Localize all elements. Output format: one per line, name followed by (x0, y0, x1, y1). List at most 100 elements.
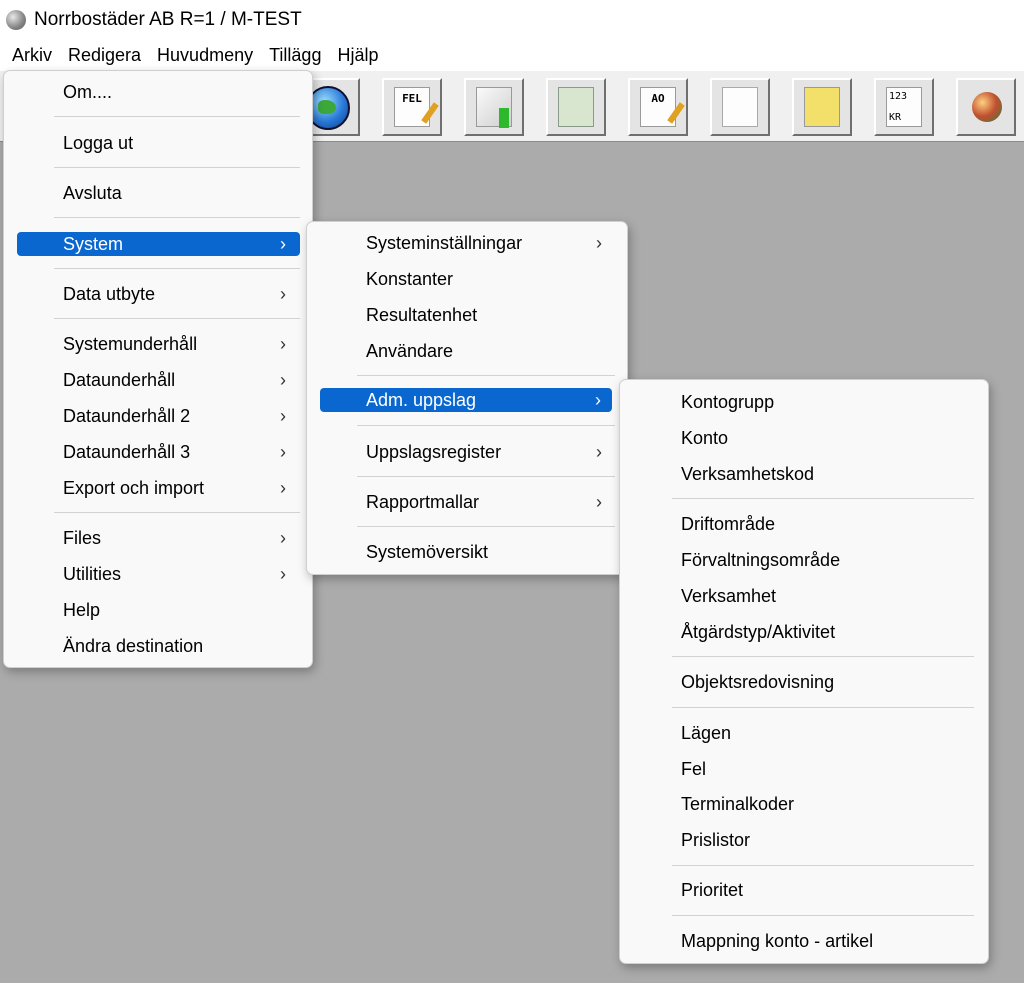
chevron-right-icon: › (280, 333, 286, 354)
toolbar-button-fel[interactable]: FEL (382, 78, 442, 136)
mail-download-icon (476, 87, 512, 128)
kr-icon-label: KR (889, 112, 902, 123)
chevron-right-icon: › (280, 233, 286, 254)
menu-item-label: Adm. uppslag (366, 389, 477, 410)
menu-item-label: Verksamhet (681, 585, 777, 606)
chevron-right-icon: › (596, 491, 602, 512)
toolbar-button-screen[interactable] (792, 78, 852, 136)
menu-item-verksamhetskod[interactable]: Verksamhetskod (630, 462, 978, 486)
menu-item-label: Förvaltningsområde (681, 549, 841, 570)
menu-item-system[interactable]: System › (17, 232, 300, 256)
ao-icon-text: AO (651, 92, 665, 105)
menu-item-utilities[interactable]: Utilities › (14, 562, 302, 586)
menu-item-prislistor[interactable]: Prislistor (630, 828, 978, 852)
menu-item-forvaltningsomrade[interactable]: Förvaltningsområde (630, 548, 978, 572)
menu-item-adm-uppslag[interactable]: Adm. uppslag › (320, 388, 612, 412)
menu-separator (672, 915, 974, 916)
menu-item-objektsredovisning[interactable]: Objektsredovisning (630, 670, 978, 694)
menu-item-systeminstallningar[interactable]: Systeminställningar › (317, 231, 617, 255)
menu-item-help[interactable]: Help (14, 598, 302, 622)
menu-item-rapportmallar[interactable]: Rapportmallar › (317, 490, 617, 514)
menu-item-terminalkoder[interactable]: Terminalkoder (630, 792, 978, 816)
chevron-right-icon: › (280, 477, 286, 498)
title-bar: Norrbostäder AB R=1 / M-TEST (0, 0, 1024, 40)
menu-item-label: Konstanter (366, 268, 454, 289)
toolbar-button-mail[interactable] (464, 78, 524, 136)
menu-item-label: Files (63, 527, 102, 548)
menu-item-anvandare[interactable]: Användare (317, 339, 617, 363)
menu-item-uppslagsregister[interactable]: Uppslagsregister › (317, 440, 617, 464)
menu-item-om[interactable]: Om.... (14, 80, 302, 104)
chevron-right-icon: › (596, 232, 602, 253)
toolbar-button-people[interactable] (546, 78, 606, 136)
menu-item-label: Driftområde (681, 513, 776, 534)
menu-item-label: Fel (681, 758, 707, 779)
menu-item-label: System (63, 233, 124, 254)
menu-huvudmeny[interactable]: Huvudmeny (151, 45, 259, 66)
menu-item-label: Dataunderhåll (63, 369, 176, 390)
menu-item-logga-ut[interactable]: Logga ut (14, 131, 302, 155)
chevron-right-icon: › (280, 527, 286, 548)
toolbar-button-sphere[interactable] (956, 78, 1016, 136)
menu-item-driftomrade[interactable]: Driftområde (630, 512, 978, 536)
menu-item-mappning-konto-artikel[interactable]: Mappning konto - artikel (630, 929, 978, 953)
menu-hjalp[interactable]: Hjälp (331, 45, 384, 66)
system-submenu: Systeminställningar › Konstanter Resultat… (306, 221, 628, 575)
menu-item-dataunderhall-3[interactable]: Dataunderhåll 3 › (14, 440, 302, 464)
app-globe-icon (6, 10, 26, 30)
menu-item-data-utbyte[interactable]: Data utbyte › (14, 282, 302, 306)
menu-item-prioritet[interactable]: Prioritet (630, 878, 978, 902)
menu-separator (54, 318, 300, 319)
menu-separator (54, 217, 300, 218)
kr-icon-number: 123 (889, 91, 908, 102)
menu-item-avsluta[interactable]: Avsluta (14, 181, 302, 205)
menu-item-andra-destination[interactable]: Ändra destination (14, 634, 302, 658)
toolbar-button-ao[interactable]: AO (628, 78, 688, 136)
menu-item-label: Konto (681, 427, 729, 448)
toolbar-button-kr[interactable]: 123 KR (874, 78, 934, 136)
window-title: Norrbostäder AB R=1 / M-TEST (34, 9, 302, 30)
fel-document-icon: FEL (394, 87, 439, 127)
menu-item-dataunderhall-2[interactable]: Dataunderhåll 2 › (14, 404, 302, 428)
menu-item-systemunderhall[interactable]: Systemunderhåll › (14, 332, 302, 356)
menu-tillagg[interactable]: Tillägg (263, 45, 327, 66)
menu-item-kontogrupp[interactable]: Kontogrupp (630, 390, 978, 414)
menu-item-label: Lägen (681, 722, 732, 743)
menu-separator (357, 476, 615, 477)
chevron-right-icon: › (595, 389, 601, 410)
chevron-right-icon: › (280, 441, 286, 462)
menu-item-lagen[interactable]: Lägen (630, 721, 978, 745)
menu-arkiv[interactable]: Arkiv (6, 45, 58, 66)
menu-separator (672, 707, 974, 708)
menu-item-label: Export och import (63, 477, 205, 498)
chevron-right-icon: › (280, 563, 286, 584)
screen-globe-icon (804, 87, 840, 127)
menu-item-verksamhet[interactable]: Verksamhet (630, 584, 978, 608)
fel-icon-text: FEL (402, 92, 422, 105)
menu-item-label: Systeminställningar (366, 232, 523, 253)
menu-item-export-och-import[interactable]: Export och import › (14, 476, 302, 500)
menu-item-konto[interactable]: Konto (630, 426, 978, 450)
menu-item-resultatenhet[interactable]: Resultatenhet (317, 303, 617, 327)
sphere-icon (972, 92, 1002, 122)
ao-document-icon: AO (640, 87, 685, 127)
menu-item-label: Uppslagsregister (366, 441, 502, 462)
toolbar-button-document-people[interactable] (710, 78, 770, 136)
menu-item-label: Verksamhetskod (681, 463, 815, 484)
menu-item-dataunderhall[interactable]: Dataunderhåll › (14, 368, 302, 392)
menu-item-label: Åtgärdstyp/Aktivitet (681, 621, 836, 642)
menu-separator (54, 116, 300, 117)
menu-item-label: Avsluta (63, 182, 122, 203)
kr-document-icon: 123 KR (886, 87, 922, 127)
menu-item-systemoversikt[interactable]: Systemöversikt (317, 540, 617, 564)
menu-item-fel[interactable]: Fel (630, 757, 978, 781)
menu-item-files[interactable]: Files › (14, 526, 302, 550)
menu-item-label: Systemunderhåll (63, 333, 198, 354)
menu-item-konstanter[interactable]: Konstanter (317, 267, 617, 291)
chevron-right-icon: › (596, 441, 602, 462)
menu-separator (672, 498, 974, 499)
menu-redigera[interactable]: Redigera (62, 45, 147, 66)
menu-separator (357, 526, 615, 527)
chevron-right-icon: › (280, 283, 286, 304)
menu-item-atgardstyp-aktivitet[interactable]: Åtgärdstyp/Aktivitet (630, 620, 978, 644)
